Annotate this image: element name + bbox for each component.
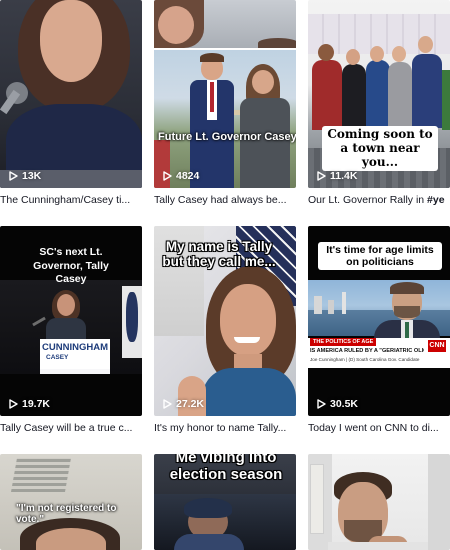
video-caption[interactable]: Tally Casey will be a true c...	[0, 422, 142, 434]
video-tile-6[interactable]: It's time for age limits on politicians …	[308, 226, 450, 416]
video-thumbnail	[0, 0, 142, 188]
view-count-value: 11.4K	[330, 170, 358, 182]
view-count-value: 27.2K	[176, 398, 205, 410]
video-tile-9[interactable]	[308, 454, 450, 550]
view-count: 4824	[162, 170, 199, 182]
view-count-value: 19.7K	[22, 398, 51, 410]
video-tile-3[interactable]: Coming soon to a town near you... 11.4K	[308, 0, 450, 188]
video-thumbnail	[0, 454, 142, 550]
hashtag-link[interactable]: #ye	[427, 194, 445, 206]
podium-sign-bottom: CASEY	[46, 354, 69, 361]
video-tile-8[interactable]: Me vibing into election season	[154, 454, 296, 550]
view-count: 19.7K	[8, 398, 50, 410]
video-tile-1[interactable]: 13K	[0, 0, 142, 188]
play-icon	[9, 399, 18, 409]
view-count-value: 13K	[22, 170, 42, 182]
video-tile-2[interactable]: Future Lt. Governor Casey 4824	[154, 0, 296, 188]
video-overlay-text: Me vibing into election season	[169, 454, 283, 483]
view-count: 27.2K	[162, 398, 204, 410]
video-caption[interactable]: Our Lt. Governor Rally in #ye	[308, 194, 450, 206]
video-tile-5[interactable]: My name is Tally but they call me... 27.…	[154, 226, 296, 416]
play-icon	[163, 171, 172, 181]
cnn-logo: CNN	[428, 340, 446, 352]
video-thumbnail	[154, 0, 296, 188]
video-caption[interactable]: The Cunningham/Casey ti...	[0, 194, 142, 206]
video-overlay-text: SC's next Lt. Governor, Tally Casey	[33, 246, 109, 286]
cnn-chyron-label: THE POLITICS OF AGE	[310, 338, 377, 346]
video-grid: 13K The Cunningham/Casey ti... Future Lt…	[0, 0, 450, 550]
video-overlay-text: It's time for age limits on politicians	[318, 242, 442, 271]
play-icon	[163, 399, 172, 409]
video-overlay-text: Coming soon to a town near you...	[322, 126, 438, 172]
view-count-value: 30.5K	[330, 398, 359, 410]
play-icon	[317, 399, 326, 409]
video-overlay-text: Future Lt. Governor Casey	[158, 131, 296, 143]
view-count: 13K	[8, 170, 41, 182]
video-caption[interactable]: Tally Casey had always be...	[154, 194, 296, 206]
play-icon	[317, 171, 326, 181]
video-overlay-text: My name is Tally but they call me...	[162, 239, 276, 269]
podium-sign-top: CUNNINGHAM	[42, 342, 108, 353]
video-tile-7[interactable]: "I'm not registered to vote."	[0, 454, 142, 550]
video-overlay-text: "I'm not registered to vote."	[16, 503, 117, 525]
video-caption[interactable]: Today I went on CNN to di...	[308, 422, 450, 434]
video-tile-4[interactable]: SC's next Lt. Governor, Tally Casey CUNN…	[0, 226, 142, 416]
view-count-value: 4824	[176, 170, 200, 182]
cnn-chyron-sub: Joe Cunningham | (D) South Carolina Gov.…	[310, 357, 420, 362]
view-count: 11.4K	[316, 170, 357, 182]
video-caption[interactable]: It's my honor to name Tally...	[154, 422, 296, 434]
podium-sign: CUNNINGHAM CASEY	[40, 339, 110, 369]
view-count: 30.5K	[316, 398, 358, 410]
cnn-chyron-headline: IS AMERICA RULED BY A "GERIATRIC OLIGARC…	[310, 348, 424, 354]
video-thumbnail	[308, 454, 450, 550]
play-icon	[9, 171, 18, 181]
